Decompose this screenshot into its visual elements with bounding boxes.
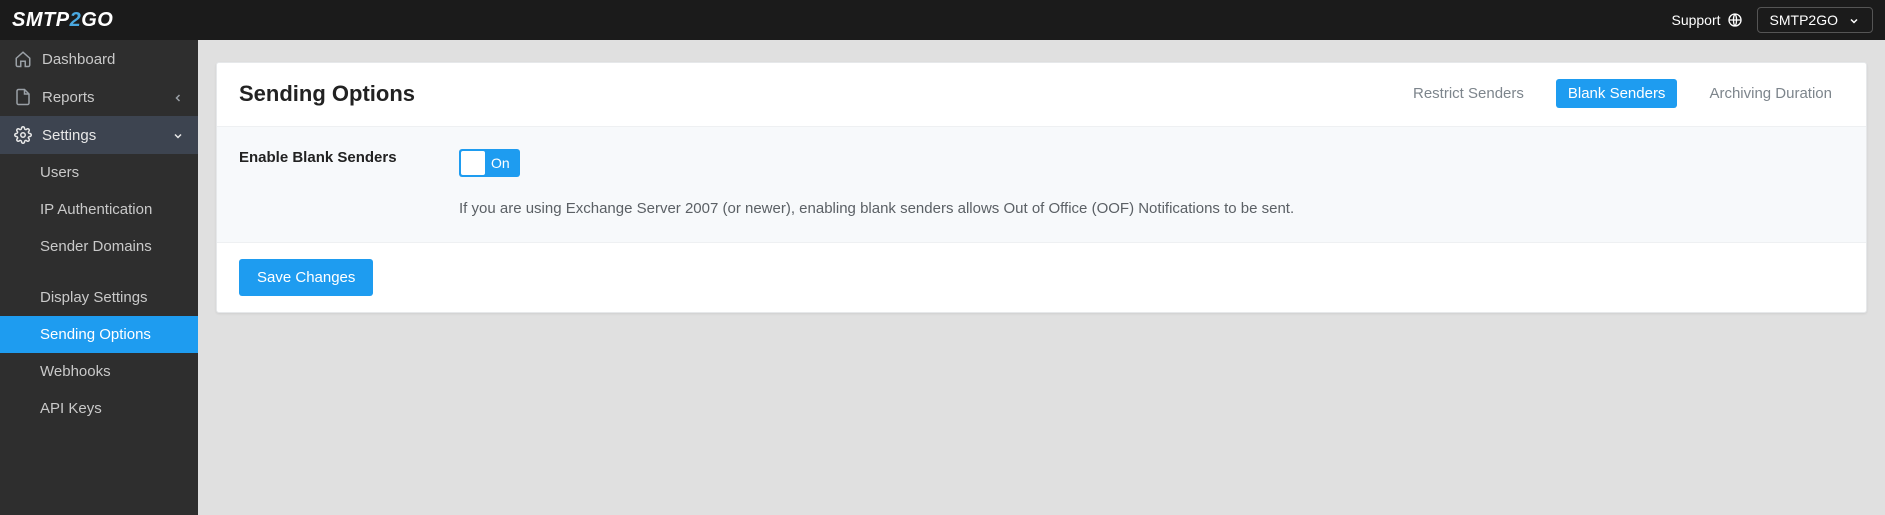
account-dropdown[interactable]: SMTP2GO <box>1757 7 1873 33</box>
topbar: SMTP2GO Support SMTP2GO <box>0 0 1885 40</box>
sidebar-item-dashboard[interactable]: Dashboard <box>0 40 198 78</box>
sidebar-label-settings: Settings <box>42 127 96 144</box>
card-header: Sending Options Restrict Senders Blank S… <box>217 63 1866 127</box>
sidebar-item-api-keys[interactable]: API Keys <box>0 390 198 427</box>
sidebar-label-display-settings: Display Settings <box>40 289 148 306</box>
sidebar-label-sender-domains: Sender Domains <box>40 238 152 255</box>
support-link[interactable]: Support <box>1671 12 1742 28</box>
sidebar-item-display-settings[interactable]: Display Settings <box>0 279 198 316</box>
sidebar-gap <box>0 265 198 279</box>
page-title: Sending Options <box>239 81 415 107</box>
sidebar-item-users[interactable]: Users <box>0 154 198 191</box>
topbar-right: Support SMTP2GO <box>1671 7 1873 33</box>
logo-post: GO <box>81 9 113 32</box>
setting-label: Enable Blank Senders <box>239 149 439 220</box>
toggle-state: On <box>485 155 518 171</box>
sidebar-label-api-keys: API Keys <box>40 400 102 417</box>
chevron-left-icon <box>172 91 184 103</box>
sidebar: Dashboard Reports Settings Users IP Auth… <box>0 40 198 515</box>
chevron-down-icon <box>172 129 184 141</box>
sidebar-label-reports: Reports <box>42 89 95 106</box>
card-footer: Save Changes <box>217 243 1866 312</box>
sidebar-item-sender-domains[interactable]: Sender Domains <box>0 228 198 265</box>
document-icon <box>14 88 32 106</box>
gear-icon <box>14 126 32 144</box>
sidebar-item-ip-auth[interactable]: IP Authentication <box>0 191 198 228</box>
globe-icon <box>1727 12 1743 28</box>
tab-archiving-duration[interactable]: Archiving Duration <box>1697 79 1844 108</box>
sidebar-label-ip-auth: IP Authentication <box>40 201 152 218</box>
help-text: If you are using Exchange Server 2007 (o… <box>459 198 1844 220</box>
sidebar-label-sending-options: Sending Options <box>40 326 151 343</box>
sidebar-item-reports[interactable]: Reports <box>0 78 198 116</box>
chevron-down-icon <box>1848 14 1860 26</box>
tabs: Restrict Senders Blank Senders Archiving… <box>1401 79 1844 108</box>
sidebar-label-webhooks: Webhooks <box>40 363 111 380</box>
logo-pre: SMTP <box>12 9 70 32</box>
support-label: Support <box>1671 12 1720 28</box>
toggle-enable-blank-senders[interactable]: On <box>459 149 520 177</box>
tab-restrict-senders[interactable]: Restrict Senders <box>1401 79 1536 108</box>
settings-card: Sending Options Restrict Senders Blank S… <box>216 62 1867 313</box>
main-content: Sending Options Restrict Senders Blank S… <box>198 40 1885 515</box>
setting-body: On If you are using Exchange Server 2007… <box>459 149 1844 220</box>
sidebar-item-webhooks[interactable]: Webhooks <box>0 353 198 390</box>
sidebar-label-users: Users <box>40 164 79 181</box>
logo[interactable]: SMTP2GO <box>12 9 113 32</box>
sidebar-label-dashboard: Dashboard <box>42 51 115 68</box>
setting-enable-blank-senders: Enable Blank Senders On If you are using… <box>217 127 1866 243</box>
sidebar-item-sending-options[interactable]: Sending Options <box>0 316 198 353</box>
tab-blank-senders[interactable]: Blank Senders <box>1556 79 1678 108</box>
sidebar-item-settings[interactable]: Settings <box>0 116 198 154</box>
toggle-knob <box>461 151 485 175</box>
home-icon <box>14 50 32 68</box>
logo-accent: 2 <box>70 9 82 32</box>
account-name: SMTP2GO <box>1770 12 1838 28</box>
save-button[interactable]: Save Changes <box>239 259 373 296</box>
